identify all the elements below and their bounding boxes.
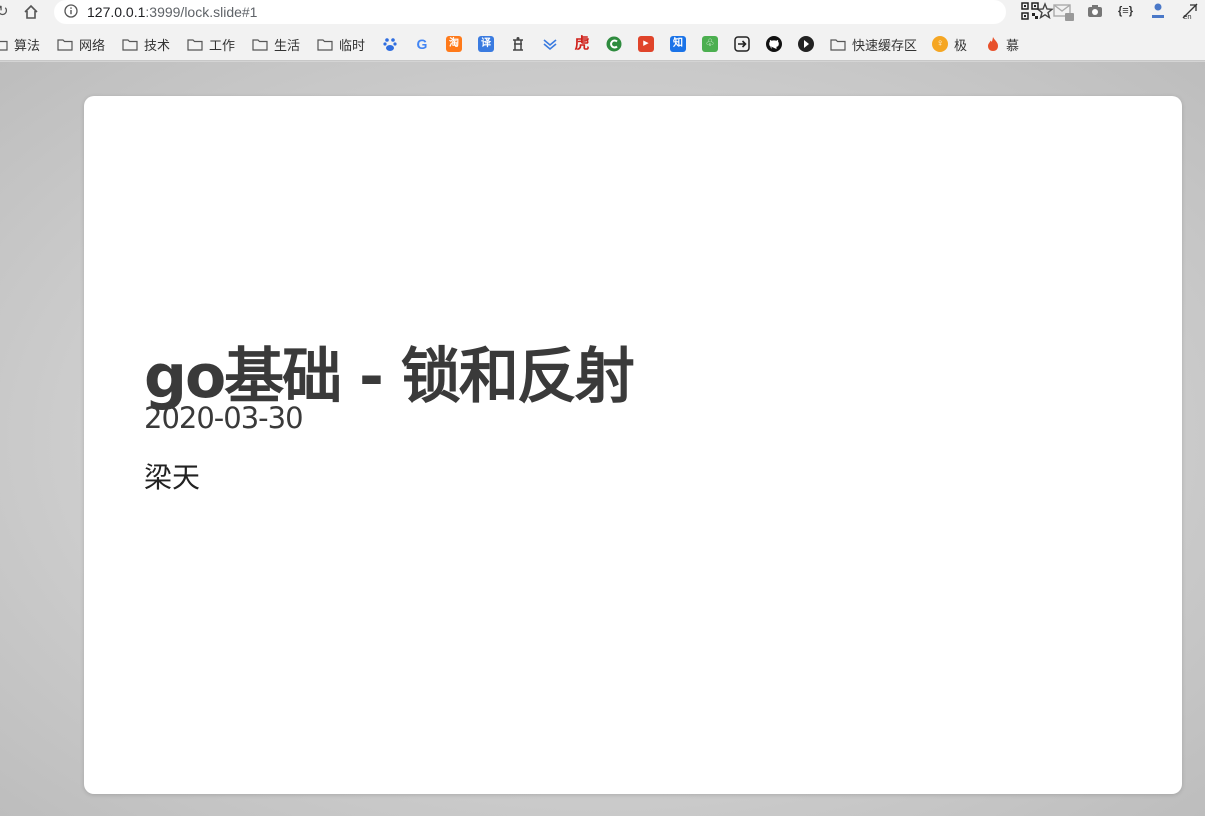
- bookmark-ji[interactable]: ♀ 极: [932, 34, 967, 54]
- url-text[interactable]: 127.0.0.1:3999/lock.slide#1: [87, 3, 257, 21]
- folder-icon: [252, 38, 268, 51]
- translate-icon[interactable]: 译: [478, 34, 494, 54]
- folder-icon: [122, 38, 138, 51]
- folder-icon: [0, 40, 8, 51]
- url-path: :3999/lock.slide#1: [145, 4, 258, 20]
- folder-icon: [317, 38, 333, 51]
- ji-icon: ♀: [932, 36, 948, 52]
- bookmark-folder[interactable]: 生活: [252, 34, 300, 54]
- address-bar[interactable]: 127.0.0.1:3999/lock.slide#1: [54, 0, 1054, 24]
- reload-icon[interactable]: ↻: [0, 3, 10, 21]
- translate-ext-icon[interactable]: en: [1181, 2, 1201, 22]
- bookmark-label: 技术: [144, 37, 171, 53]
- bookmark-mu[interactable]: 慕: [986, 34, 1019, 54]
- bookmark-label: 极: [954, 37, 968, 53]
- c-icon[interactable]: [606, 34, 622, 54]
- plant-icon[interactable]: ♧: [702, 34, 718, 54]
- slide[interactable]: go基础 - 锁和反射 2020-03-30 梁天: [84, 96, 1182, 794]
- svg-text:en: en: [1183, 13, 1192, 20]
- bookmark-folder[interactable]: 算法: [0, 34, 40, 54]
- folder-icon: [57, 38, 73, 51]
- home-icon[interactable]: [22, 3, 40, 21]
- page-viewport: go基础 - 锁和反射 2020-03-30 梁天: [0, 62, 1205, 816]
- video-icon[interactable]: ▶: [638, 34, 654, 54]
- baidu-icon[interactable]: [382, 34, 398, 54]
- url-host: 127.0.0.1: [87, 4, 146, 20]
- bookmark-label: 生活: [274, 37, 301, 53]
- arrow-box-icon[interactable]: [734, 34, 750, 54]
- taobao-icon[interactable]: 淘: [446, 34, 462, 54]
- bookmark-label: 快速缓存区: [852, 37, 918, 53]
- bookmark-label: 算法: [14, 37, 41, 53]
- slide-date: 2020-03-30: [144, 401, 304, 435]
- shrine-icon[interactable]: [510, 34, 526, 54]
- chevrons-icon[interactable]: [542, 34, 558, 54]
- json-icon[interactable]: {≡}: [1118, 2, 1138, 22]
- tiger-icon[interactable]: 虎: [574, 34, 590, 54]
- bookmark-folder-quick-cache[interactable]: 快速缓存区: [830, 34, 917, 54]
- flame-icon: [988, 37, 998, 51]
- bookmark-folder[interactable]: 网络: [57, 34, 105, 54]
- github-icon[interactable]: [766, 34, 782, 54]
- qr-code-icon[interactable]: [1021, 2, 1041, 22]
- zhihu-icon[interactable]: 知: [670, 34, 686, 54]
- info-icon[interactable]: [64, 4, 78, 18]
- compass-icon[interactable]: [798, 34, 814, 54]
- bookmark-label: 网络: [79, 37, 106, 53]
- bookmark-label: 工作: [209, 37, 236, 53]
- bookmark-folder[interactable]: 工作: [187, 34, 235, 54]
- bookmark-label: 临时: [339, 37, 366, 53]
- bookmark-folder[interactable]: 技术: [122, 34, 170, 54]
- mail-icon[interactable]: [1053, 2, 1074, 22]
- user-upload-icon[interactable]: [1149, 2, 1169, 22]
- folder-icon: [187, 38, 203, 51]
- slide-author: 梁天: [144, 461, 201, 494]
- bookmark-label: 慕: [1006, 37, 1020, 53]
- browser-toolbar: ↻ 127.0.0.1:3999/lock.slide#1 {≡} en: [0, 0, 1205, 26]
- bookmark-folder[interactable]: 临时: [317, 34, 365, 54]
- bookmarks-bar: 算法 网络 技术 工作 生活 临时 G 淘 译 虎 ▶ 知 ♧ 快速缓存区 ♀ …: [0, 26, 1205, 61]
- folder-icon: [830, 38, 846, 51]
- camera-icon[interactable]: [1086, 2, 1106, 22]
- google-icon[interactable]: G: [414, 34, 430, 54]
